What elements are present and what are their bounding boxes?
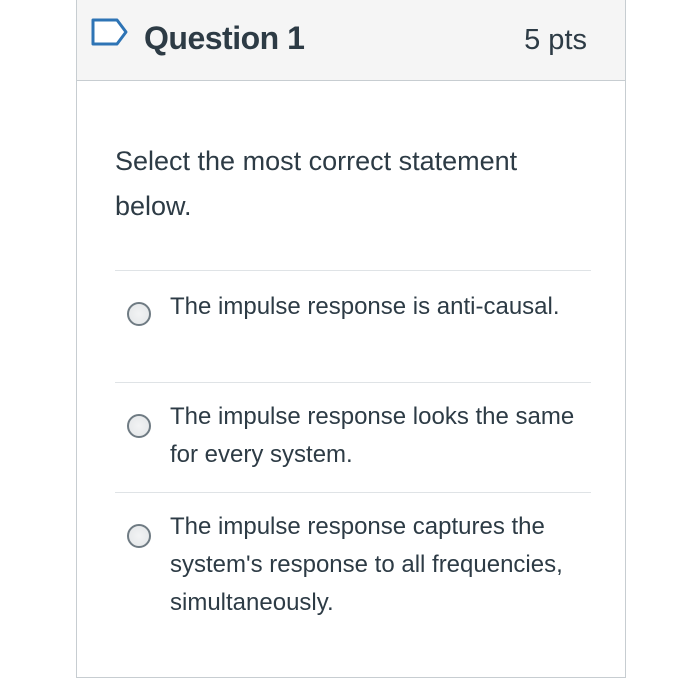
question-points: 5 pts	[524, 24, 587, 56]
answer-label: The impulse response looks the same for …	[170, 403, 575, 468]
answer-option-3[interactable]: The impulse response captures the system…	[115, 492, 591, 632]
flag-icon[interactable]	[91, 18, 129, 46]
radio-button[interactable]	[127, 414, 151, 438]
radio-button[interactable]	[127, 524, 151, 548]
radio-button[interactable]	[127, 302, 151, 326]
answer-label: The impulse response is anti-causal.	[170, 293, 560, 320]
answer-option-1[interactable]: The impulse response is anti-causal.	[115, 270, 591, 382]
question-prompt: Select the most correct statement below.	[115, 146, 518, 221]
question-header: Question 1 5 pts	[77, 0, 625, 81]
answer-list: The impulse response is anti-causal. The…	[115, 270, 591, 632]
question-title: Question 1	[144, 20, 305, 56]
answer-option-2[interactable]: The impulse response looks the same for …	[115, 382, 591, 492]
answer-label: The impulse response captures the system…	[170, 513, 563, 616]
question-card: Question 1 5 pts Select the most correct…	[76, 0, 626, 678]
